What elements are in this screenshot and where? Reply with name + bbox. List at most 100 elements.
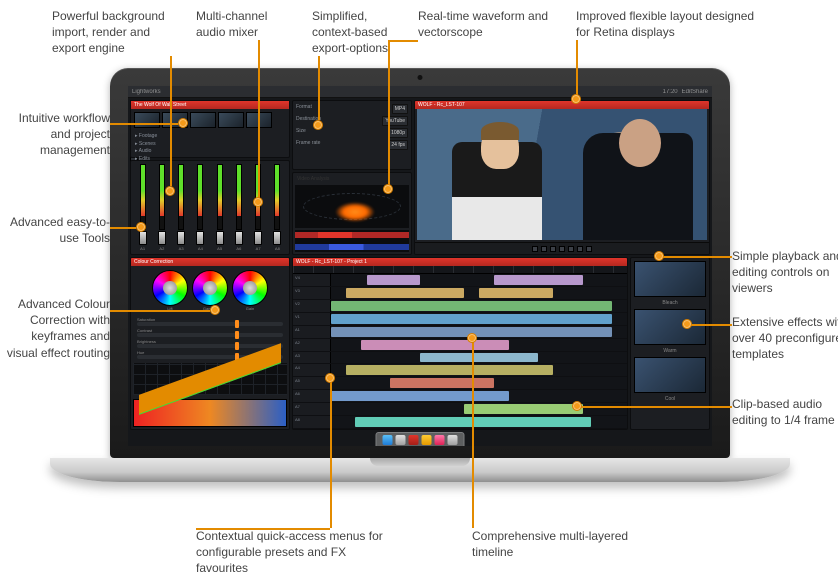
fader-handle[interactable]: [196, 231, 204, 245]
timeline-ruler[interactable]: [293, 266, 627, 274]
callout: Comprehensive multi-layered timeline: [472, 528, 672, 560]
dock-icon[interactable]: [383, 435, 393, 445]
timeline-clip[interactable]: [331, 391, 509, 401]
timeline-clip[interactable]: [420, 353, 538, 363]
track-lane[interactable]: [331, 403, 627, 415]
timeline-track[interactable]: V4: [293, 274, 627, 287]
colour-wheel[interactable]: [232, 270, 268, 306]
dock-icon[interactable]: [396, 435, 406, 445]
timeline-track[interactable]: V2: [293, 300, 627, 313]
colour-wheel[interactable]: [192, 270, 228, 306]
timeline-track[interactable]: A1: [293, 326, 627, 339]
level-meter: [274, 164, 280, 230]
fader-handle[interactable]: [254, 231, 262, 245]
timeline-clip[interactable]: [331, 301, 612, 311]
effects-bin-panel[interactable]: BleachWarmCool: [630, 257, 710, 430]
next-frame-button[interactable]: [559, 246, 565, 252]
forward-button[interactable]: [568, 246, 574, 252]
mixer-channel[interactable]: A6: [230, 164, 247, 251]
callout: Advanced Colour Correction with keyframe…: [0, 296, 110, 361]
viewer-transport-controls[interactable]: [415, 242, 709, 254]
track-lane[interactable]: [331, 416, 627, 428]
fader-handle[interactable]: [216, 231, 224, 245]
fader-handle[interactable]: [139, 231, 147, 245]
video-analysis-panel: Video Analysis: [292, 172, 412, 255]
curves-display[interactable]: [133, 363, 287, 395]
timeline-clip[interactable]: [494, 275, 583, 285]
timeline-clip[interactable]: [331, 314, 612, 324]
fader-handle[interactable]: [235, 231, 243, 245]
video-frame[interactable]: [417, 109, 707, 240]
track-lane[interactable]: [331, 274, 627, 286]
timeline-track[interactable]: V3: [293, 287, 627, 300]
project-browser-panel[interactable]: The Wolf Of Wall Street ▸ Footage▸ Scene…: [130, 100, 290, 158]
effect-thumbnail[interactable]: [634, 309, 706, 345]
mixer-channel[interactable]: A3: [173, 164, 190, 251]
clip-thumbnails[interactable]: [131, 109, 289, 131]
colour-correction-panel[interactable]: Colour Correction LiftGammaGain Saturati…: [130, 257, 290, 430]
os-dock[interactable]: [376, 432, 465, 446]
colour-slider[interactable]: [137, 344, 283, 348]
export-panel[interactable]: FormatMP4 DestinationYouTube Size1080p F…: [292, 100, 412, 170]
colour-slider[interactable]: [137, 333, 283, 337]
timeline-track[interactable]: A5: [293, 377, 627, 390]
timeline-clip[interactable]: [361, 340, 509, 350]
laptop-base: [50, 458, 790, 482]
dock-icon[interactable]: [409, 435, 419, 445]
mixer-channel[interactable]: A4: [192, 164, 209, 251]
timeline-clip[interactable]: [479, 288, 553, 298]
track-lane[interactable]: [331, 390, 627, 402]
timeline-clip[interactable]: [464, 404, 582, 414]
track-lane[interactable]: [331, 300, 627, 312]
dest-select[interactable]: YouTube: [382, 116, 408, 126]
callout: Extensive effects with over 40 preconfig…: [732, 314, 838, 363]
timeline-track[interactable]: V1: [293, 313, 627, 326]
mixer-channel[interactable]: A5: [211, 164, 228, 251]
fader-handle[interactable]: [273, 231, 281, 245]
callout: Multi-channel audio mixer: [196, 8, 286, 40]
tree-item[interactable]: ▸ Audio: [135, 148, 285, 156]
dock-icon[interactable]: [448, 435, 458, 445]
timeline-track[interactable]: A4: [293, 364, 627, 377]
callout: Improved flexible layout designed for Re…: [576, 8, 756, 40]
os-menubar: Lightworks 17:20 EditShare: [128, 86, 712, 98]
mark-out-button[interactable]: [586, 246, 592, 252]
timeline-track[interactable]: A2: [293, 339, 627, 352]
timeline-track[interactable]: A8: [293, 416, 627, 429]
level-meter: [159, 164, 165, 230]
fader-handle[interactable]: [158, 231, 166, 245]
effect-thumbnail[interactable]: [634, 357, 706, 393]
mixer-channel[interactable]: A8: [269, 164, 286, 251]
dock-icon[interactable]: [422, 435, 432, 445]
timeline-clip[interactable]: [367, 275, 420, 285]
track-lane[interactable]: [331, 364, 627, 376]
rewind-button[interactable]: [532, 246, 538, 252]
mixer-channel[interactable]: A1: [134, 164, 151, 251]
timeline-clip[interactable]: [346, 288, 464, 298]
format-select[interactable]: MP4: [392, 104, 408, 114]
track-lane[interactable]: [331, 287, 627, 299]
audio-mixer-panel[interactable]: A1A2A3A4A5A6A7A8: [130, 160, 290, 255]
level-meter: [178, 164, 184, 230]
dock-icon[interactable]: [435, 435, 445, 445]
play-button[interactable]: [550, 246, 556, 252]
timeline-clip[interactable]: [390, 378, 494, 388]
size-select[interactable]: 1080p: [388, 128, 408, 138]
fader-handle[interactable]: [177, 231, 185, 245]
colour-slider[interactable]: [137, 322, 283, 326]
mark-in-button[interactable]: [577, 246, 583, 252]
track-lane[interactable]: [331, 313, 627, 325]
track-lane[interactable]: [331, 377, 627, 389]
track-lane[interactable]: [331, 339, 627, 351]
tree-item[interactable]: ▸ Scenes: [135, 141, 285, 149]
colour-wheel[interactable]: [152, 270, 188, 306]
mixer-channel[interactable]: A2: [153, 164, 170, 251]
prev-frame-button[interactable]: [541, 246, 547, 252]
track-lane[interactable]: [331, 326, 627, 338]
track-lane[interactable]: [331, 352, 627, 364]
fps-select[interactable]: 24 fps: [388, 140, 408, 150]
timeline-track[interactable]: A3: [293, 352, 627, 365]
effect-thumbnail[interactable]: [634, 261, 706, 297]
tree-item[interactable]: ▸ Footage: [135, 133, 285, 141]
timeline-clip[interactable]: [346, 365, 553, 375]
